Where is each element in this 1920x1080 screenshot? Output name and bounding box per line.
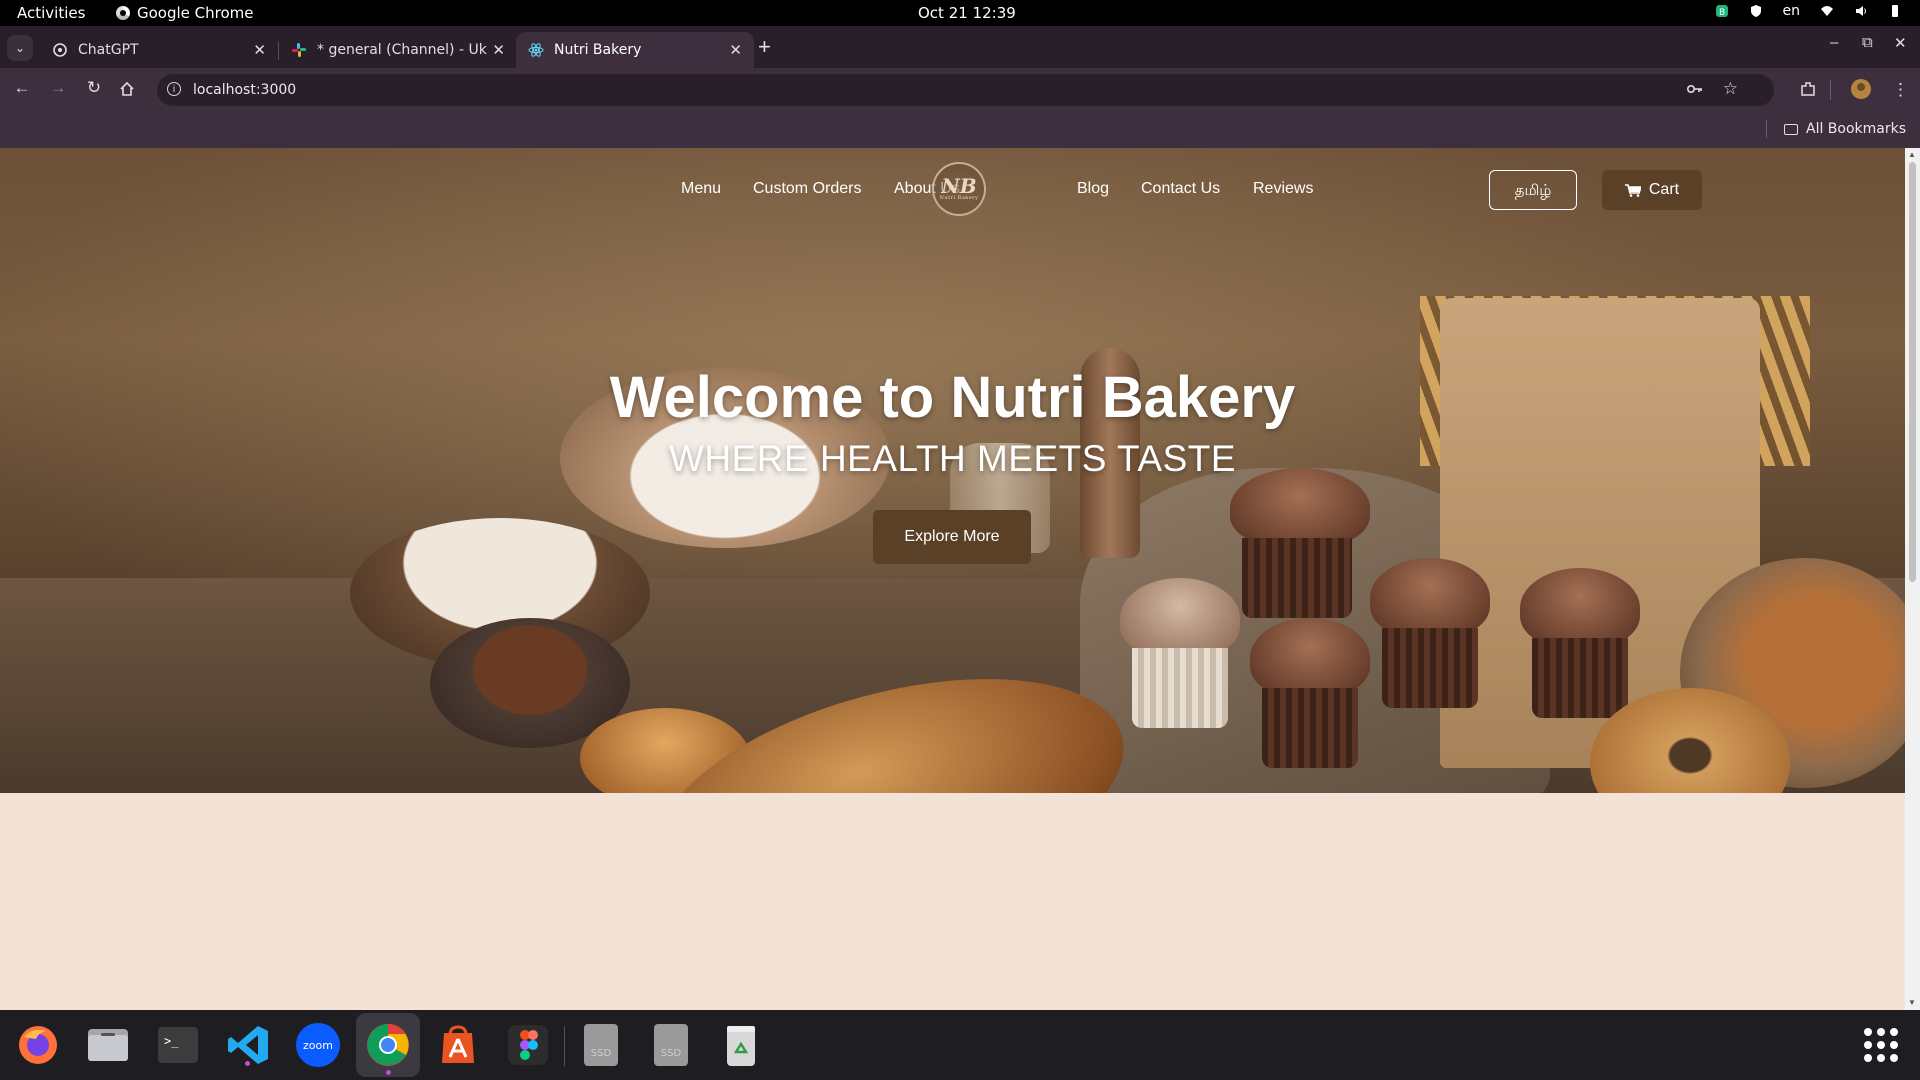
language-toggle-button[interactable]: தமிழ் (1489, 170, 1577, 210)
profile-avatar[interactable] (1850, 78, 1872, 100)
vscode-icon[interactable] (225, 1022, 271, 1068)
slack-icon (292, 43, 306, 57)
ssd-drive-icon[interactable]: SSD (648, 1022, 694, 1068)
nav-link-blog[interactable]: Blog (1077, 180, 1109, 198)
shield-icon (1750, 5, 1761, 17)
bookmarks-divider (1766, 120, 1767, 138)
logo-monogram: NB (941, 174, 977, 198)
dock-divider (564, 1026, 565, 1066)
hero-cupcake (1250, 618, 1370, 768)
figma-icon[interactable] (505, 1022, 551, 1068)
svg-text:B: B (1719, 8, 1725, 18)
bookmark-star-icon[interactable]: ☆ (1723, 79, 1738, 99)
password-key-icon[interactable] (1686, 80, 1704, 98)
all-bookmarks-button[interactable]: All Bookmarks (1784, 121, 1906, 137)
ssd-label: SSD (661, 1048, 682, 1059)
url-text[interactable]: localhost:3000 (193, 82, 296, 98)
folder-icon (1784, 123, 1798, 135)
tab-nutri-bakery[interactable]: Nutri Bakery ✕ (516, 32, 754, 68)
cart-button[interactable]: Cart (1602, 170, 1702, 210)
nav-link-reviews[interactable]: Reviews (1253, 180, 1313, 198)
bakery-logo[interactable]: NB Nutri Bakery (932, 162, 986, 216)
cart-icon (1624, 183, 1641, 197)
svg-text:>_: >_ (164, 1034, 179, 1048)
ssd-label: SSD (591, 1048, 612, 1059)
logo-subtitle: Nutri Bakery (939, 195, 979, 201)
ssd-drive-icon[interactable]: SSD (578, 1022, 624, 1068)
extension-status-icon: B (1715, 5, 1728, 18)
tab-title: Nutri Bakery (554, 42, 642, 58)
browser-toolbar: ← → ↻ i localhost:3000 ☆ ⋮ (0, 68, 1920, 112)
tab-chatgpt[interactable]: ChatGPT ✕ (40, 32, 278, 68)
clock[interactable]: Oct 21 12:39 (918, 4, 1016, 22)
hero-section: Menu Custom Orders About Us NB Nutri Bak… (0, 148, 1905, 793)
show-apps-icon[interactable] (1864, 1028, 1898, 1062)
files-icon[interactable] (85, 1022, 131, 1068)
chrome-icon[interactable] (356, 1013, 420, 1077)
scroll-up-icon[interactable]: ▲ (1908, 150, 1916, 159)
home-icon[interactable] (119, 81, 135, 97)
system-tray[interactable]: B en (1715, 3, 1903, 19)
cart-label: Cart (1648, 181, 1680, 198)
close-tab-icon[interactable]: ✕ (729, 41, 742, 59)
page-scrollbar[interactable]: ▲ ▼ (1905, 148, 1920, 1010)
tab-title: ChatGPT (78, 42, 139, 58)
extensions-icon[interactable] (1799, 80, 1817, 98)
volume-icon (1856, 6, 1866, 16)
hero-cupcake (1120, 578, 1240, 728)
tab-search-button[interactable]: ⌄ (7, 35, 33, 61)
tab-title: * general (Channel) - Uki (317, 42, 487, 58)
hero-title: Welcome to Nutri Bakery (609, 365, 1296, 430)
ubuntu-dock: >_ zoom SSD SSD (0, 1010, 1920, 1080)
hero-cupcake (1520, 568, 1640, 718)
all-bookmarks-label: All Bookmarks (1806, 121, 1907, 137)
toolbar-divider (1830, 80, 1831, 100)
site-navbar: Menu Custom Orders About Us NB Nutri Bak… (0, 148, 1905, 228)
scroll-down-icon[interactable]: ▼ (1908, 998, 1916, 1007)
battery-icon (1892, 5, 1898, 17)
app-menu[interactable]: Google Chrome (116, 4, 254, 22)
page-viewport: Menu Custom Orders About Us NB Nutri Bak… (0, 148, 1905, 1010)
trash-icon[interactable] (718, 1022, 764, 1068)
tab-slack[interactable]: * general (Channel) - Uki ✕ (279, 32, 517, 68)
zoom-label: zoom (303, 1039, 333, 1052)
keyboard-language[interactable]: en (1783, 3, 1801, 19)
restore-icon[interactable]: ⧉ (1862, 34, 1873, 51)
nav-link-contact-us[interactable]: Contact Us (1141, 180, 1220, 198)
address-bar[interactable]: i localhost:3000 ☆ (157, 74, 1774, 106)
zoom-icon[interactable]: zoom (295, 1022, 341, 1068)
wifi-icon (1821, 6, 1833, 16)
nav-link-menu[interactable]: Menu (681, 180, 721, 198)
back-icon[interactable]: ← (11, 78, 33, 98)
react-icon (528, 43, 544, 57)
activities-button[interactable]: Activities (17, 4, 85, 22)
site-info-icon[interactable]: i (167, 82, 181, 96)
close-tab-icon[interactable]: ✕ (253, 41, 266, 59)
more-menu-icon[interactable]: ⋮ (1892, 80, 1909, 100)
running-indicator (245, 1061, 250, 1066)
hero-cupcake (1230, 468, 1370, 618)
chatgpt-icon (53, 43, 67, 57)
close-tab-icon[interactable]: ✕ (492, 41, 505, 59)
running-indicator (386, 1070, 391, 1075)
scrollbar-thumb[interactable] (1909, 162, 1916, 582)
app-name: Google Chrome (137, 4, 254, 22)
app-center-icon[interactable] (435, 1022, 481, 1068)
new-tab-button[interactable]: + (758, 34, 771, 60)
window-close-icon[interactable]: ✕ (1894, 34, 1907, 52)
system-top-bar: Activities Google Chrome Oct 21 12:39 B … (0, 0, 1920, 26)
terminal-icon[interactable]: >_ (155, 1022, 201, 1068)
bookmarks-bar: All Bookmarks (0, 112, 1920, 148)
firefox-icon[interactable] (15, 1022, 61, 1068)
hero-subtitle: WHERE HEALTH MEETS TASTE (668, 438, 1237, 479)
explore-more-button[interactable]: Explore More (873, 510, 1031, 564)
minimize-icon[interactable]: – (1830, 34, 1838, 51)
nav-link-custom-orders[interactable]: Custom Orders (753, 180, 861, 198)
tab-strip: ⌄ ChatGPT ✕ * general (Channel) - Uki ✕ … (0, 26, 1920, 68)
chrome-icon (116, 6, 130, 20)
reload-icon[interactable]: ↻ (83, 78, 105, 98)
forward-icon[interactable]: → (47, 78, 69, 98)
hero-cupcake (1370, 558, 1490, 708)
